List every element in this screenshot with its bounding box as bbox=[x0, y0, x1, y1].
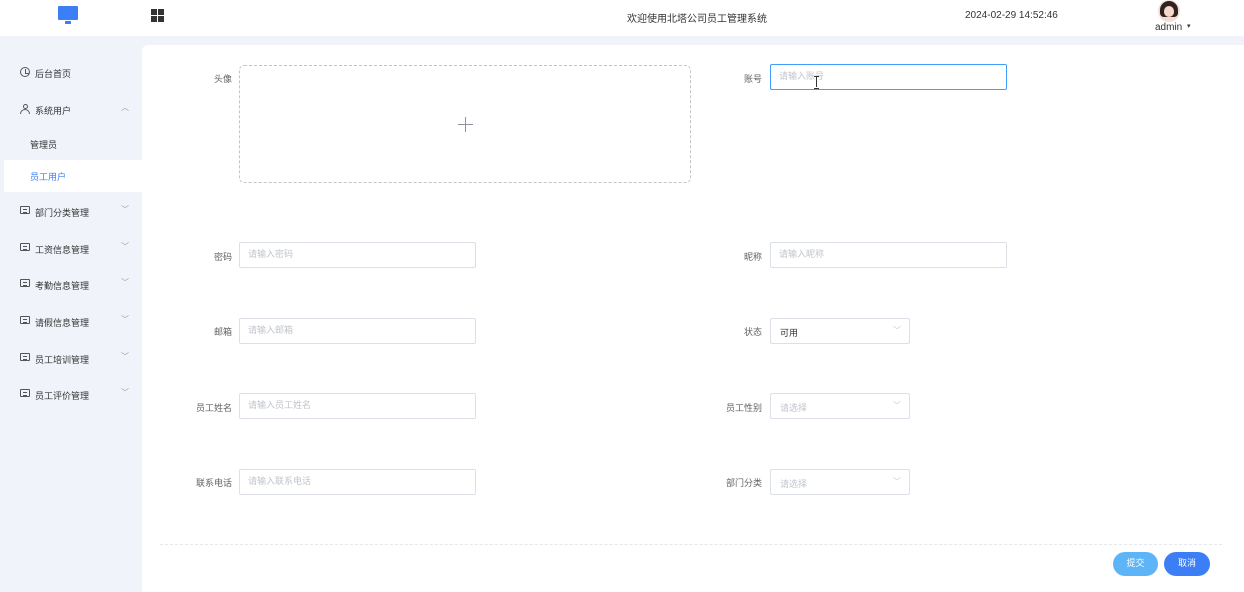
card-icon bbox=[20, 389, 30, 397]
card-icon bbox=[20, 206, 30, 214]
sidebar-item-label: 员工培训管理 bbox=[35, 356, 90, 366]
sidebar-item-training[interactable]: 员工培训管理 ﹀ bbox=[0, 343, 142, 373]
sidebar-subitem-label: 管理员 bbox=[30, 141, 58, 151]
avatar-label: 头像 bbox=[213, 75, 232, 85]
sidebar-item-label: 系统用户 bbox=[35, 107, 72, 117]
department-select-placeholder: 请选择 bbox=[780, 480, 808, 490]
cancel-button[interactable]: 取消 bbox=[1164, 552, 1210, 576]
phone-field[interactable] bbox=[239, 469, 476, 495]
card-icon bbox=[20, 316, 30, 324]
chevron-down-icon: ﹀ bbox=[893, 326, 901, 335]
sidebar-item-department[interactable]: 部门分类管理 ﹀ bbox=[0, 196, 142, 226]
card-icon bbox=[20, 243, 30, 251]
status-label: 状态 bbox=[743, 328, 762, 338]
chevron-down-icon: ﹀ bbox=[893, 401, 901, 410]
submit-button[interactable]: 提交 bbox=[1113, 552, 1158, 576]
text-cursor-icon bbox=[814, 76, 820, 89]
sidebar-item-attendance[interactable]: 考勤信息管理 ﹀ bbox=[0, 269, 142, 299]
form-divider bbox=[160, 544, 1222, 545]
sidebar-item-label: 请假信息管理 bbox=[35, 319, 90, 329]
nickname-field[interactable] bbox=[770, 242, 1007, 268]
status-select-value: 可用 bbox=[780, 329, 799, 339]
card-icon bbox=[20, 353, 30, 361]
gender-select-placeholder: 请选择 bbox=[780, 404, 808, 414]
employee-name-field[interactable] bbox=[239, 393, 476, 419]
gender-select[interactable]: 请选择 ﹀ bbox=[770, 393, 910, 419]
sidebar-item-label: 后台首页 bbox=[35, 70, 72, 80]
department-label: 部门分类 bbox=[725, 479, 762, 489]
plus-icon bbox=[458, 117, 473, 132]
email-field[interactable] bbox=[239, 318, 476, 344]
email-label: 邮箱 bbox=[213, 328, 232, 338]
account-label: 账号 bbox=[743, 75, 762, 85]
employee-name-label: 员工姓名 bbox=[195, 404, 232, 414]
top-header: 欢迎使用北塔公司员工管理系统 2024-02-29 14:52:46 admin… bbox=[0, 0, 1244, 36]
department-select[interactable]: 请选择 ﹀ bbox=[770, 469, 910, 495]
sidebar-item-dashboard[interactable]: 后台首页 bbox=[0, 57, 142, 87]
sidebar: 后台首页 系统用户 ︿ 管理员 员工用户 部门分类管理 ﹀ 工资信息管理 ﹀ 考… bbox=[0, 36, 142, 592]
password-field[interactable] bbox=[239, 242, 476, 268]
caret-down-icon[interactable]: ▾ bbox=[1187, 22, 1191, 30]
avatar-uploader[interactable] bbox=[239, 65, 691, 183]
employee-form-panel: 头像 账号 密码 昵称 邮箱 状态 可用 ﹀ 员工姓名 员工性别 请选择 ﹀ 联… bbox=[142, 45, 1244, 592]
sidebar-subitem-admin[interactable]: 管理员 bbox=[0, 128, 142, 160]
current-datetime: 2024-02-29 14:52:46 bbox=[965, 10, 1058, 21]
chevron-down-icon: ﹀ bbox=[121, 205, 129, 214]
password-label: 密码 bbox=[213, 253, 232, 263]
chevron-down-icon: ﹀ bbox=[121, 242, 129, 251]
status-select[interactable]: 可用 ﹀ bbox=[770, 318, 910, 344]
chevron-up-icon: ︿ bbox=[121, 103, 129, 112]
card-icon bbox=[20, 279, 30, 287]
chevron-down-icon: ﹀ bbox=[893, 477, 901, 486]
clock-icon bbox=[20, 67, 30, 77]
sidebar-item-salary[interactable]: 工资信息管理 ﹀ bbox=[0, 233, 142, 263]
sidebar-subitem-employee-users[interactable]: 员工用户 bbox=[4, 160, 142, 192]
chevron-down-icon: ﹀ bbox=[121, 315, 129, 324]
chevron-down-icon: ﹀ bbox=[121, 352, 129, 361]
sidebar-item-system-users[interactable]: 系统用户 ︿ bbox=[0, 94, 142, 124]
sidebar-item-label: 员工评价管理 bbox=[35, 392, 90, 402]
gender-label: 员工性别 bbox=[725, 404, 762, 414]
user-icon bbox=[20, 104, 30, 114]
nickname-label: 昵称 bbox=[743, 253, 762, 263]
phone-label: 联系电话 bbox=[195, 479, 232, 489]
sidebar-item-label: 部门分类管理 bbox=[35, 209, 90, 219]
sidebar-item-leave[interactable]: 请假信息管理 ﹀ bbox=[0, 306, 142, 336]
chevron-down-icon: ﹀ bbox=[121, 388, 129, 397]
sidebar-subitem-label: 员工用户 bbox=[30, 173, 67, 183]
sidebar-item-label: 工资信息管理 bbox=[35, 246, 90, 256]
sidebar-item-label: 考勤信息管理 bbox=[35, 282, 90, 292]
account-field[interactable] bbox=[770, 64, 1007, 90]
chevron-down-icon: ﹀ bbox=[121, 278, 129, 287]
avatar[interactable] bbox=[1158, 0, 1180, 22]
user-menu-name[interactable]: admin bbox=[1155, 22, 1182, 33]
sidebar-item-evaluation[interactable]: 员工评价管理 ﹀ bbox=[0, 379, 142, 409]
